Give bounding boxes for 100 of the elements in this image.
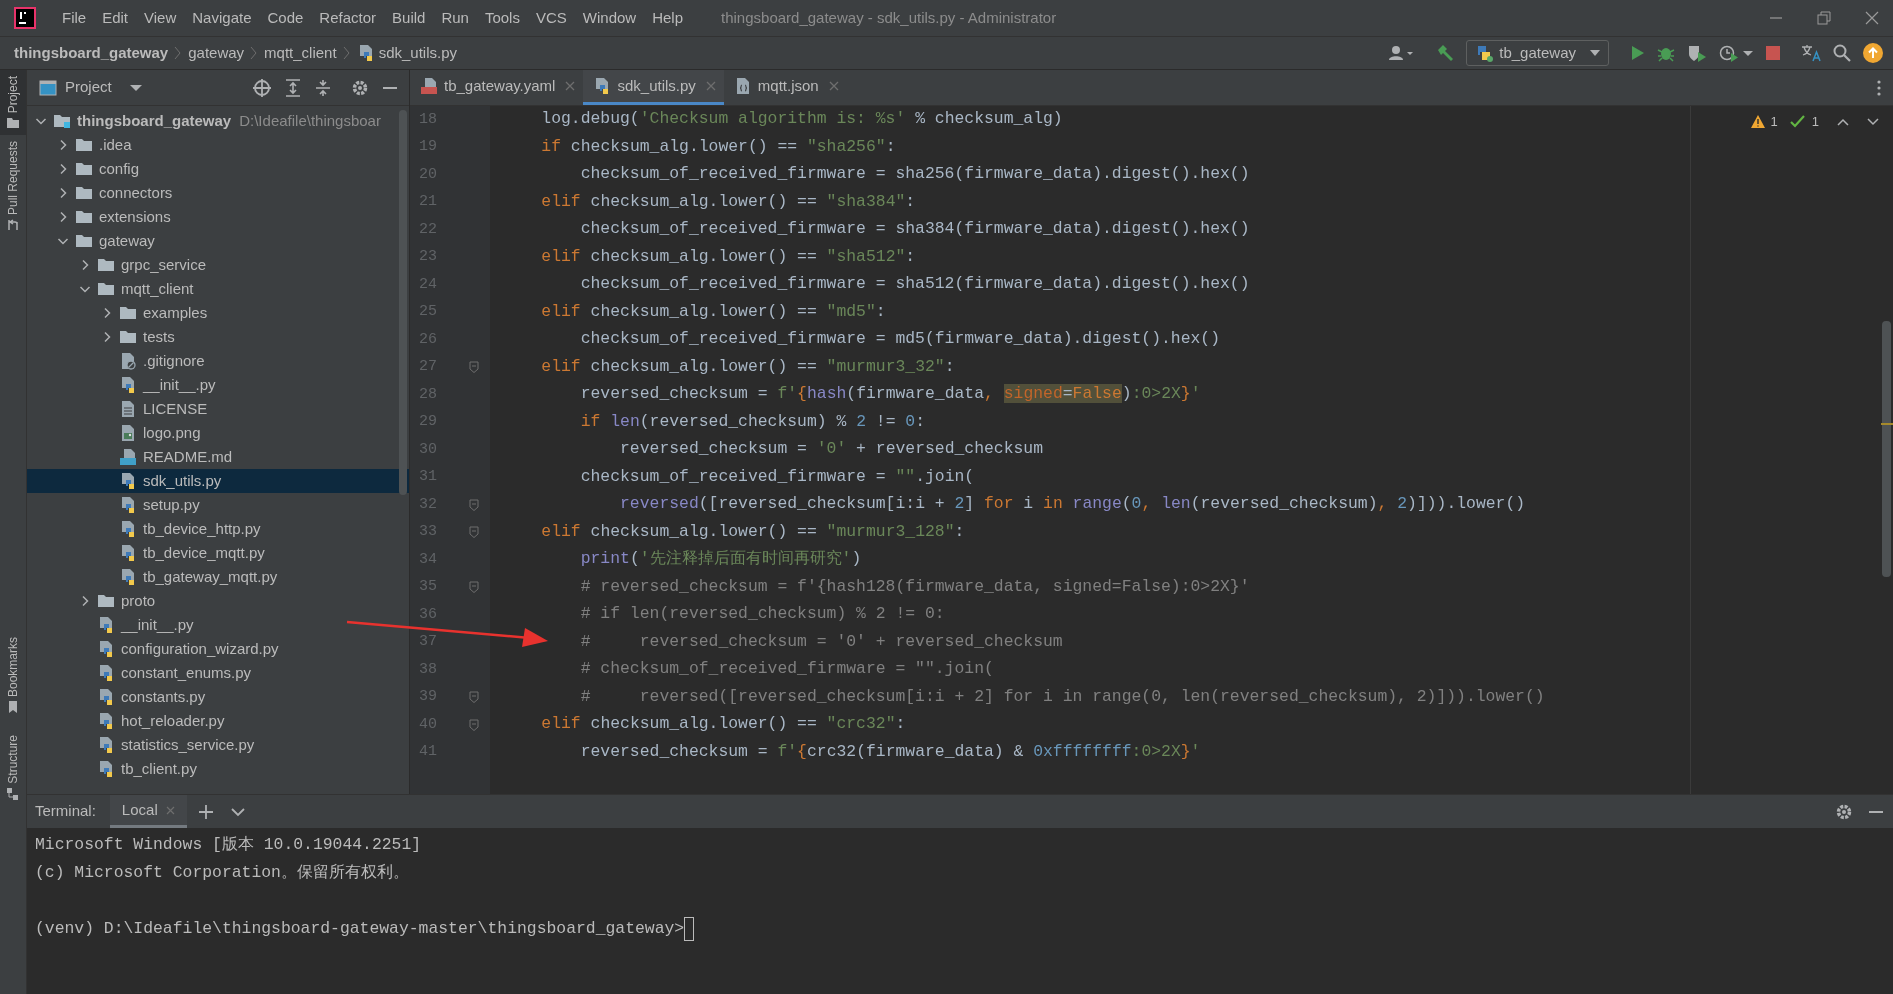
- python-file-icon: [97, 664, 115, 682]
- fold-marker-icon[interactable]: [468, 718, 479, 731]
- tree-item[interactable]: proto: [27, 589, 409, 613]
- tree-item[interactable]: grpc_service: [27, 253, 409, 277]
- tree-item[interactable]: tests: [27, 325, 409, 349]
- side-tool-tab[interactable]: Project: [0, 70, 26, 136]
- tree-item[interactable]: statistics_service.py: [27, 733, 409, 757]
- tree-item[interactable]: __init__.py: [27, 373, 409, 397]
- chevron-right-icon: [250, 46, 259, 60]
- tree-item[interactable]: tb_device_http.py: [27, 517, 409, 541]
- tree-item[interactable]: tb_device_mqtt.py: [27, 541, 409, 565]
- search-icon[interactable]: [1833, 44, 1851, 62]
- menu-item[interactable]: Edit: [94, 6, 137, 30]
- tree-item[interactable]: .idea: [27, 133, 409, 157]
- menu-item[interactable]: Code: [259, 6, 312, 30]
- fold-marker-icon[interactable]: [468, 526, 479, 539]
- expand-all-icon[interactable]: [285, 78, 301, 97]
- fold-marker-icon[interactable]: [468, 498, 479, 511]
- fold-marker-icon[interactable]: [468, 361, 479, 374]
- menu-item[interactable]: Window: [574, 6, 645, 30]
- menu-item[interactable]: Build: [384, 6, 434, 30]
- caret-icon[interactable]: [129, 83, 142, 92]
- tree-item[interactable]: logo.png: [27, 421, 409, 445]
- collapse-all-icon[interactable]: [315, 78, 331, 97]
- add-icon[interactable]: [198, 804, 213, 819]
- tree-item[interactable]: constants.py: [27, 685, 409, 709]
- warning-mark: [1881, 423, 1893, 425]
- menu-item[interactable]: VCS: [527, 6, 575, 30]
- side-tool-tab[interactable]: Pull Requests: [0, 135, 26, 238]
- tree-item[interactable]: hot_reloader.py: [27, 709, 409, 733]
- bookmark-icon: [7, 701, 19, 714]
- folder-icon: [7, 117, 19, 130]
- folder-icon: [97, 592, 115, 610]
- tree-item[interactable]: constant_enums.py: [27, 661, 409, 685]
- folder-icon: [75, 136, 93, 154]
- fold-marker-icon[interactable]: [468, 691, 479, 704]
- settings-icon[interactable]: [351, 78, 369, 97]
- editor-tab[interactable]: mqtt.json: [723, 70, 847, 105]
- tree-item[interactable]: README.md: [27, 445, 409, 469]
- code-line: reversed_checksum = '0' + reversed_checksum: [619, 438, 1043, 461]
- tree-item[interactable]: tb_gateway_mqtt.py: [27, 565, 409, 589]
- editor-tab[interactable]: sdk_utils.py: [583, 70, 724, 105]
- terminal-tab[interactable]: Local: [109, 795, 187, 828]
- chevron-up-icon[interactable]: [1837, 117, 1849, 126]
- update-icon[interactable]: [1863, 43, 1883, 63]
- side-tool-tab[interactable]: Structure: [0, 731, 26, 804]
- folder-icon: [75, 184, 93, 202]
- run-configuration-dropdown[interactable]: tb_gateway: [1466, 40, 1609, 66]
- menu-item[interactable]: File: [54, 6, 95, 30]
- tree-item[interactable]: __init__.py: [27, 613, 409, 637]
- tree-item[interactable]: LICENSE: [27, 397, 409, 421]
- menu-item[interactable]: Run: [433, 6, 477, 30]
- breadcrumb[interactable]: sdk_utils.py: [378, 41, 457, 65]
- locate-icon[interactable]: [253, 78, 271, 97]
- terminal-prompt[interactable]: (venv) D:\Ideafile\thingsboard-gateway-master\thingsboard_gateway>: [35, 916, 685, 942]
- weak-warning-count[interactable]: 1: [1811, 112, 1819, 132]
- menu-item[interactable]: Tools: [476, 6, 528, 30]
- menu-item[interactable]: View: [136, 6, 185, 30]
- more-icon[interactable]: [1877, 79, 1881, 96]
- warning-count[interactable]: 1: [1770, 112, 1778, 132]
- tree-item[interactable]: configuration_wizard.py: [27, 637, 409, 661]
- side-tool-tab[interactable]: Bookmarks: [0, 633, 26, 718]
- coverage-icon[interactable]: [1687, 44, 1707, 62]
- editor-tab[interactable]: tb_gateway.yaml: [410, 70, 584, 105]
- breadcrumb[interactable]: thingsboard_gateway: [14, 41, 169, 65]
- close-icon[interactable]: [1865, 11, 1879, 25]
- chevron-down-icon[interactable]: [1867, 117, 1879, 126]
- chevron-down-icon[interactable]: [230, 806, 245, 817]
- menu-item[interactable]: Help: [644, 6, 692, 30]
- fold-marker-icon[interactable]: [468, 581, 479, 594]
- tree-item[interactable]: extensions: [27, 205, 409, 229]
- restore-icon[interactable]: [1817, 11, 1831, 25]
- code-line: checksum_of_received_firmware = sha512(firmware_data).digest().hex(): [579, 273, 1250, 296]
- settings-icon[interactable]: [1835, 802, 1853, 821]
- profiler-icon[interactable]: [1719, 44, 1753, 62]
- tree-item[interactable]: config: [27, 157, 409, 181]
- scrollbar[interactable]: [399, 110, 407, 495]
- scrollbar[interactable]: [1882, 321, 1891, 577]
- user-icon[interactable]: [1388, 45, 1415, 61]
- translate-icon[interactable]: [1801, 44, 1821, 62]
- tree-item[interactable]: gateway: [27, 229, 409, 253]
- breadcrumb[interactable]: mqtt_client: [264, 41, 337, 65]
- tree-item[interactable]: thingsboard_gateway D:\Ideafile\thingsboar: [27, 109, 409, 133]
- chevron-right-icon: [342, 46, 351, 60]
- hammer-icon[interactable]: [1436, 44, 1455, 62]
- tree-item[interactable]: setup.py: [27, 493, 409, 517]
- tree-item[interactable]: tb_client.py: [27, 757, 409, 781]
- breadcrumb[interactable]: gateway: [188, 41, 245, 65]
- menu-item[interactable]: Refactor: [311, 6, 385, 30]
- python-file-icon: [119, 568, 137, 586]
- run-icon[interactable]: [1629, 45, 1645, 61]
- tree-item[interactable]: connectors: [27, 181, 409, 205]
- tree-item[interactable]: examples: [27, 301, 409, 325]
- caret-icon: [1590, 49, 1600, 57]
- python-file-icon: [119, 376, 137, 394]
- stop-icon[interactable]: [1765, 45, 1781, 61]
- menu-item[interactable]: Navigate: [184, 6, 260, 30]
- tree-item[interactable]: sdk_utils.py: [27, 469, 409, 493]
- tree-item[interactable]: mqtt_client: [27, 277, 409, 301]
- tree-item[interactable]: .gitignore: [27, 349, 409, 373]
